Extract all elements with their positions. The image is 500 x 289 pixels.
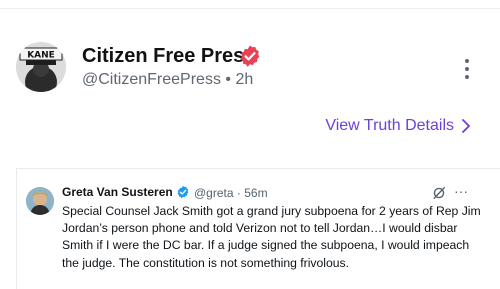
author-name[interactable]: Citizen Free Press — [82, 45, 255, 68]
tweet-meta-separator: · — [236, 186, 241, 200]
tweet-time[interactable]: 56m — [244, 186, 267, 200]
post-time[interactable]: 2h — [235, 71, 253, 88]
avatar-sign-text: KANE — [27, 51, 55, 61]
kane-avatar-image: KANE — [16, 42, 66, 92]
tweet-verified-badge-icon — [177, 185, 189, 199]
view-truth-details-link[interactable]: View Truth Details — [325, 117, 470, 135]
greta-avatar-image — [26, 187, 54, 215]
tweet-meta: @greta · 56m — [194, 186, 268, 200]
tweet-more-options-icon[interactable]: ··· — [454, 183, 468, 199]
author-avatar[interactable]: KANE — [16, 42, 66, 92]
verified-badge-icon — [240, 45, 260, 67]
author-handle[interactable]: @CitizenFreePress — [82, 71, 221, 88]
tweet-handle[interactable]: @greta — [194, 186, 234, 200]
view-details-label: View Truth Details — [325, 117, 454, 134]
greta-avatar[interactable] — [26, 187, 54, 215]
meta-separator: • — [225, 71, 232, 88]
tweet-author-name[interactable]: Greta Van Susteren — [62, 185, 173, 199]
handle-and-time: @CitizenFreePress • 2h — [82, 71, 253, 89]
tweet-text: Special Counsel Jack Smith got a grand j… — [62, 204, 481, 270]
more-options-icon[interactable] — [459, 57, 475, 83]
grok-icon[interactable] — [432, 186, 446, 200]
top-divider — [0, 8, 500, 9]
chevron-right-icon — [462, 119, 470, 133]
